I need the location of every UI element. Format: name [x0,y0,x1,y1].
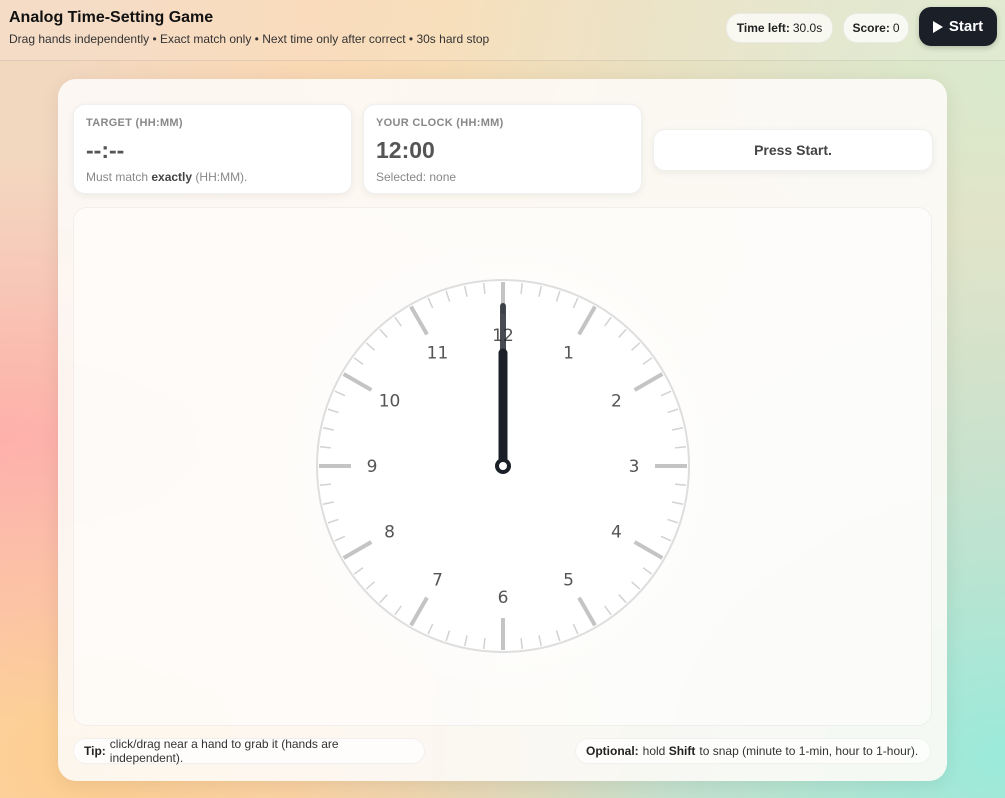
clock-numeral: 5 [563,570,574,590]
tip-hint: Tip: click/drag near a hand to grab it (… [73,737,425,765]
time-left-pill: Time left: 30.0s [726,13,833,43]
clock-numeral: 7 [432,570,443,590]
optional-hint: Optional: hold Shift to snap (minute to … [575,738,931,764]
time-left-label: Time left: [736,21,790,35]
app-title: Analog Time-Setting Game [9,9,214,26]
target-label: TARGET (HH:MM) [86,117,183,129]
clock-numeral: 1 [563,344,574,364]
game-panel: TARGET (HH:MM) --:-- Must match exactly … [58,79,947,781]
optional-label: Optional: [586,744,639,758]
clock-numeral: 2 [611,392,622,412]
target-note: Must match exactly (HH:MM). [86,170,247,184]
optional-key: Shift [668,744,696,758]
analog-clock[interactable]: 121234567891011 [74,208,931,725]
target-note-prefix: Must match [86,170,149,184]
clock-numeral: 11 [427,344,449,364]
clock-numeral: 3 [629,457,640,477]
score-value: 0 [892,21,900,35]
tip-label: Tip: [84,744,106,758]
clock-pivot [495,458,511,474]
your-clock-label: YOUR CLOCK (HH:MM) [376,117,504,129]
clock-numeral: 9 [367,457,378,477]
start-button[interactable]: Start [919,7,997,46]
header-bar: Analog Time-Setting Game Drag hands inde… [0,0,1005,61]
target-card: TARGET (HH:MM) --:-- Must match exactly … [73,104,352,194]
target-note-emphasis: exactly [151,170,193,184]
play-icon [932,20,943,33]
your-clock-value: 12:00 [376,137,435,163]
target-note-suffix: (HH:MM). [195,170,248,184]
optional-post: to snap (minute to 1-min, hour to 1-hour… [699,744,919,758]
status-message: Press Start. [653,129,933,171]
start-button-label: Start [948,18,984,35]
optional-pre: hold [642,744,666,758]
clock-numeral: 8 [384,523,395,543]
score-label: Score: [852,21,890,35]
app-subtitle: Drag hands independently • Exact match o… [9,32,490,46]
tip-text: click/drag near a hand to grab it (hands… [109,737,339,765]
target-value: --:-- [86,137,125,163]
your-clock-card: YOUR CLOCK (HH:MM) 12:00 Selected: none [363,104,642,194]
time-left-value: 30.0s [792,21,823,35]
score-pill: Score: 0 [843,13,909,43]
selected-hand-text: Selected: none [376,170,457,184]
clock-area[interactable]: 121234567891011 [73,207,932,726]
clock-numeral: 10 [379,392,401,412]
clock-numeral: 4 [611,523,622,543]
clock-numeral: 6 [498,588,509,608]
